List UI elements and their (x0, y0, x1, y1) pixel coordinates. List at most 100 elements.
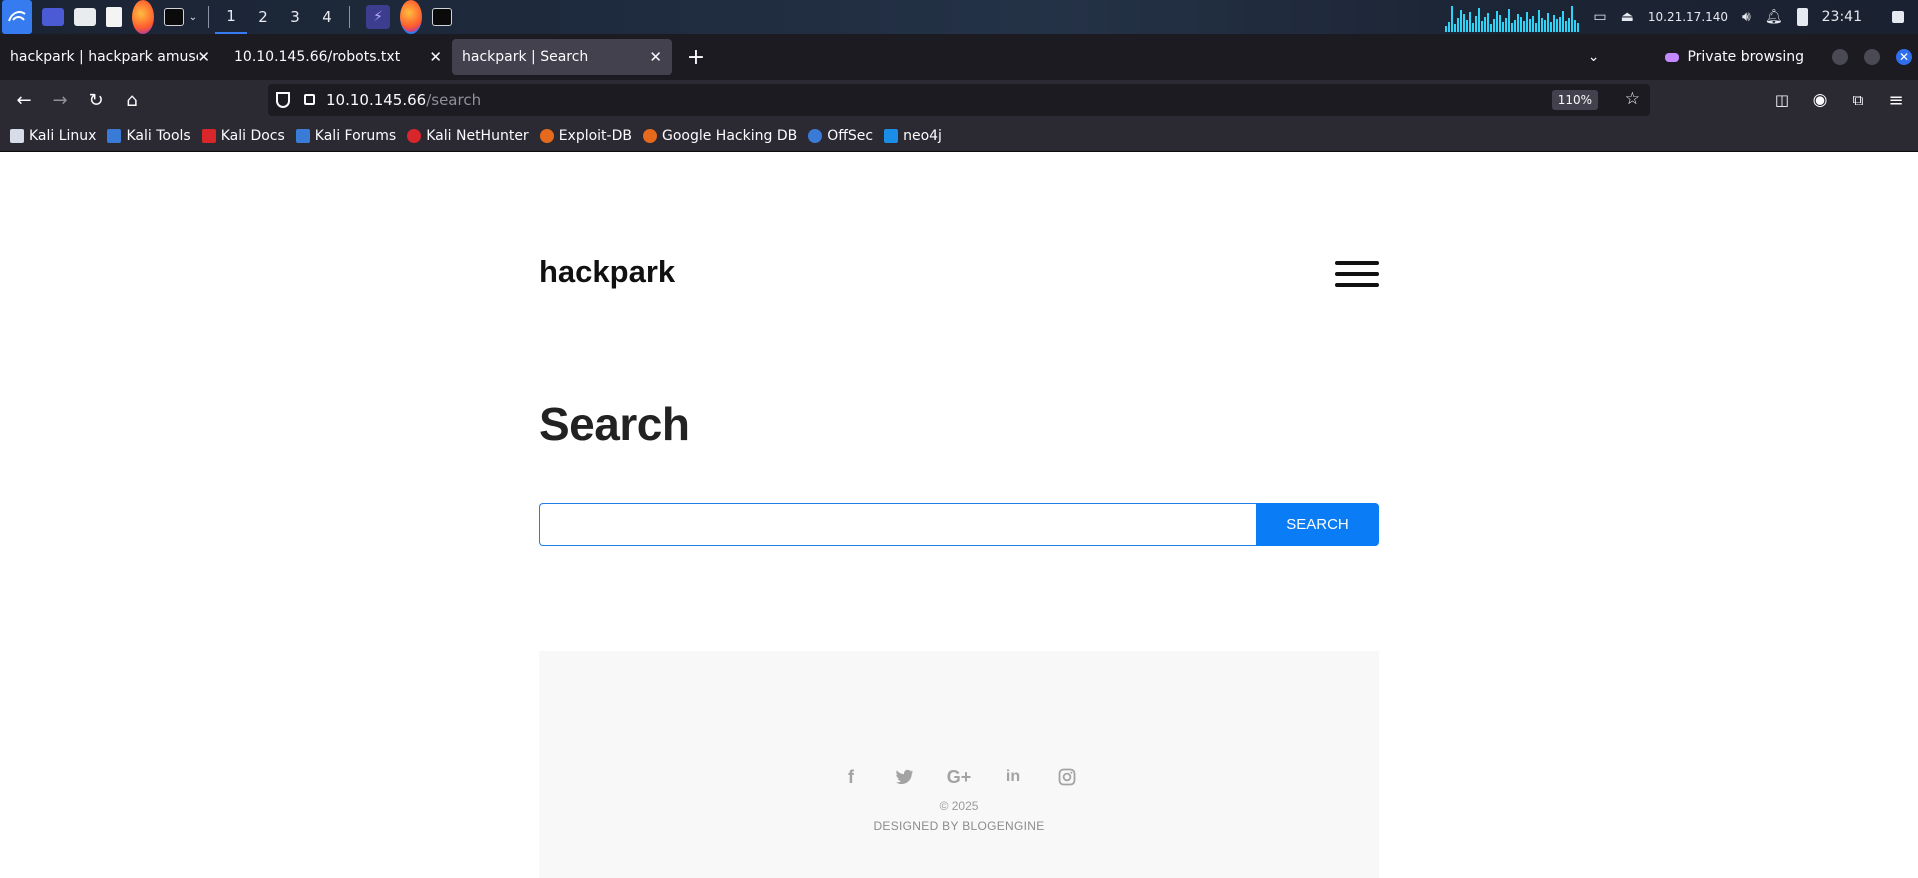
menu-icon[interactable]: ≡ (1878, 84, 1914, 116)
browser-tab-1[interactable]: hackpark | hackpark amusem ✕ (0, 39, 220, 75)
close-window-button[interactable]: ✕ (1896, 49, 1912, 65)
volume-icon[interactable]: 🔊︎ (1742, 9, 1751, 25)
cpu-bar (1538, 10, 1541, 32)
cpu-bar (1499, 15, 1502, 32)
search-button[interactable]: SEARCH (1256, 503, 1379, 546)
close-icon[interactable]: ✕ (197, 48, 210, 66)
firefox-icon[interactable] (132, 0, 154, 34)
cpu-bar (1496, 11, 1499, 32)
cpu-bar (1448, 22, 1451, 32)
bookmark-label: Exploit-DB (558, 127, 632, 144)
new-tab-button[interactable]: + (678, 39, 714, 75)
file-manager-icon[interactable] (74, 8, 96, 26)
google-plus-icon[interactable]: G+ (946, 764, 972, 790)
designed-by-text[interactable]: DESIGNED BY BLOGENGINE (539, 819, 1379, 833)
bookmarks-toolbar: Kali Linux Kali Tools Kali Docs Kali For… (0, 120, 1918, 152)
instagram-icon[interactable] (1054, 764, 1080, 790)
zoom-level-button[interactable]: 110% (1551, 90, 1598, 110)
cpu-bar (1517, 14, 1520, 32)
bookmark-kali-nethunter[interactable]: Kali NetHunter (407, 127, 529, 144)
lock-insecure-icon[interactable] (304, 94, 315, 105)
twitter-icon[interactable] (892, 764, 918, 790)
bookmark-google-hacking-db[interactable]: Google Hacking DB (642, 128, 797, 144)
browser-tab-3[interactable]: hackpark | Search ✕ (452, 39, 672, 75)
cpu-bar (1547, 13, 1550, 32)
workspace-4[interactable]: 4 (311, 0, 343, 34)
list-all-tabs-icon[interactable]: ⌄ (1588, 49, 1600, 65)
minimize-window-button[interactable] (1832, 49, 1848, 65)
url-text[interactable]: 10.10.145.66/search (326, 91, 481, 109)
forward-button[interactable]: → (42, 84, 78, 116)
kali-menu-icon[interactable] (2, 0, 32, 34)
bookmark-label: Kali NetHunter (426, 127, 529, 144)
neo4j-icon (884, 128, 899, 143)
cpu-bar (1475, 16, 1478, 32)
private-mask-icon (1665, 52, 1680, 62)
cpu-bar (1571, 6, 1574, 32)
pocket-icon[interactable]: ◫ (1764, 84, 1800, 116)
vpn-icon[interactable]: ⏏ (1621, 9, 1634, 25)
terminal-icon[interactable] (164, 8, 184, 26)
lock-icon[interactable] (1892, 11, 1904, 23)
chevron-down-icon[interactable]: ⌄ (184, 0, 202, 34)
bookmark-kali-docs[interactable]: Kali Docs (201, 128, 285, 144)
workspace-2[interactable]: 2 (247, 0, 279, 34)
system-tray: ▭ ⏏ 10.21.17.140 🔊︎ 🔔︎ 23:41 (1445, 0, 1918, 34)
close-icon[interactable]: ✕ (429, 48, 442, 66)
workspace-1[interactable]: 1 (215, 0, 247, 34)
private-browsing-indicator: Private browsing (1665, 49, 1804, 65)
cpu-bar (1466, 20, 1469, 32)
hamburger-bar (1335, 261, 1379, 265)
url-bar[interactable]: 10.10.145.66/search 110% ☆ (268, 84, 1650, 116)
private-browsing-label: Private browsing (1687, 49, 1804, 65)
linkedin-icon[interactable]: in (1000, 764, 1026, 790)
extensions-icon[interactable]: ⧉ (1840, 84, 1876, 116)
search-input[interactable] (539, 503, 1257, 546)
bell-icon[interactable]: 🔔︎ (1765, 9, 1783, 25)
cpu-bar (1472, 23, 1475, 32)
workspace-3[interactable]: 3 (279, 0, 311, 34)
cpu-bar (1511, 23, 1514, 32)
bookmark-star-icon[interactable]: ☆ (1625, 89, 1640, 109)
cpu-bar (1526, 12, 1529, 32)
reload-button[interactable]: ↻ (78, 84, 114, 116)
close-icon[interactable]: ✕ (649, 48, 662, 66)
bookmark-offsec[interactable]: OffSec (808, 128, 873, 144)
back-button[interactable]: ← (6, 84, 42, 116)
cpu-bar (1505, 18, 1508, 32)
account-icon[interactable]: ◉ (1802, 84, 1838, 116)
cpu-bar (1529, 19, 1532, 32)
tab-title: hackpark | Search (462, 49, 589, 65)
panel-separator (349, 6, 350, 28)
shield-icon[interactable] (276, 92, 290, 108)
text-editor-icon[interactable] (106, 7, 122, 27)
tab-title: hackpark | hackpark amusem (10, 49, 198, 65)
bookmark-exploit-db[interactable]: Exploit-DB (539, 127, 632, 144)
kali-tools-icon (107, 128, 122, 143)
cpu-bar (1457, 18, 1460, 32)
browser-tab-2[interactable]: 10.10.145.66/robots.txt ✕ (224, 39, 452, 75)
facebook-icon[interactable]: f (838, 764, 864, 790)
bookmark-neo4j[interactable]: neo4j (884, 128, 942, 144)
bookmark-kali-tools[interactable]: Kali Tools (107, 128, 191, 144)
tab-title: 10.10.145.66/robots.txt (234, 49, 401, 65)
copyright-text: © 2025 (939, 799, 979, 813)
cpu-bar (1484, 17, 1487, 32)
display-icon[interactable]: ▭ (1593, 9, 1606, 25)
page-heading: Search (539, 398, 690, 450)
terminal-window-icon[interactable] (432, 8, 452, 26)
bookmark-kali-forums[interactable]: Kali Forums (295, 128, 396, 144)
battery-icon[interactable] (1796, 8, 1808, 26)
cpu-bar (1544, 20, 1547, 32)
maximize-window-button[interactable] (1864, 49, 1880, 65)
hamburger-menu-icon[interactable] (1335, 261, 1379, 291)
url-path: /search (426, 91, 482, 109)
burp-icon[interactable]: ⚡ (366, 5, 390, 29)
cpu-graph (1445, 2, 1580, 32)
desktop-icon[interactable] (42, 8, 64, 26)
site-title[interactable]: hackpark (539, 254, 675, 290)
firefox-window-icon[interactable] (400, 0, 422, 34)
bookmark-label: Kali Linux (29, 127, 97, 144)
bookmark-kali-linux[interactable]: Kali Linux (10, 128, 96, 144)
home-button[interactable]: ⌂ (114, 84, 150, 116)
